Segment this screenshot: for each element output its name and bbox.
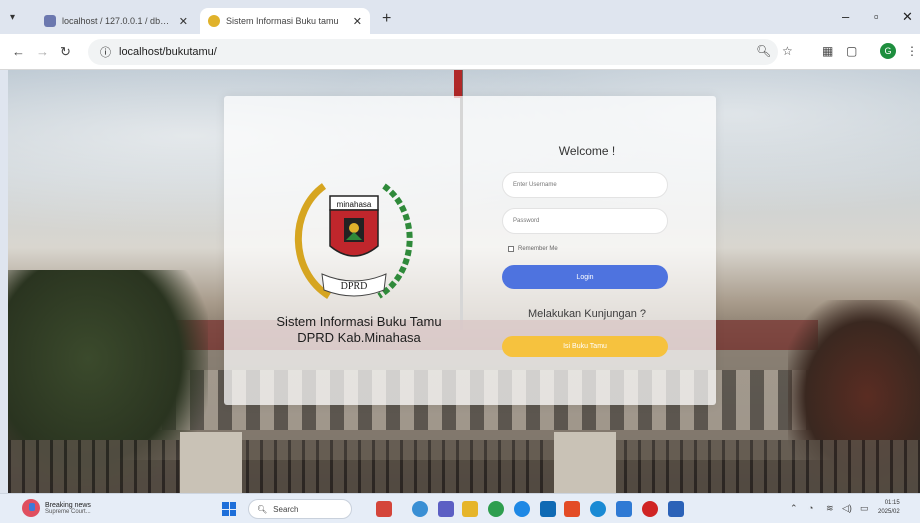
address-bar[interactable]: ⓘ localhost/bukutamu/ (88, 39, 778, 65)
username-input[interactable]: Enter Username (502, 172, 668, 198)
tab-title: Sistem Informasi Buku tamu (226, 16, 339, 26)
news-subtitle: Supreme Court... (45, 508, 91, 515)
teams-icon[interactable] (438, 501, 454, 517)
password-input[interactable]: Password (502, 208, 668, 234)
extension-icon[interactable]: ▦ (822, 44, 833, 58)
minimize-icon[interactable]: – (842, 9, 849, 24)
store-icon[interactable] (540, 501, 556, 517)
page-viewport: minahasa DPRD Sistem Informasi Buku Tamu… (8, 70, 920, 493)
news-icon (22, 499, 40, 517)
org-title: Sistem Informasi Buku Tamu DPRD Kab.Mina… (244, 314, 474, 346)
browser-tab-bar: ▾ localhost / 127.0.0.1 / dbbuku... ✕ Si… (0, 0, 920, 34)
profile-avatar[interactable]: G (880, 43, 896, 59)
background-flag (454, 70, 462, 98)
login-card: minahasa DPRD Sistem Informasi Buku Tamu… (224, 96, 716, 405)
close-tab-icon[interactable]: ✕ (179, 15, 188, 28)
clock-time: 01:15 (884, 500, 900, 506)
tab-title: localhost / 127.0.0.1 / dbbuku... (62, 16, 173, 26)
menu-icon[interactable]: ⋮ (906, 44, 918, 58)
guestbook-button[interactable]: Isi Buku Tamu (502, 336, 668, 357)
tray-chevron-icon[interactable]: ⌃ (790, 503, 798, 514)
xampp-icon[interactable] (564, 501, 580, 517)
wifi-icon[interactable]: ≋ (826, 503, 834, 514)
logo-banner-text: minahasa (337, 200, 372, 209)
windows-start-icon[interactable] (222, 502, 236, 516)
chrome-icon[interactable] (514, 501, 530, 517)
word-icon[interactable] (668, 501, 684, 517)
site-favicon-icon (208, 15, 220, 27)
tab-phpmyadmin[interactable]: localhost / 127.0.0.1 / dbbuku... ✕ (36, 8, 196, 34)
login-button[interactable]: Login (502, 265, 668, 289)
news-widget[interactable]: Breaking news Supreme Court... (22, 499, 91, 517)
clock-date: 2025/02 (878, 509, 900, 515)
back-icon[interactable]: ← (12, 44, 25, 59)
search-label: Search (273, 504, 299, 514)
dprd-logo: minahasa DPRD (284, 166, 424, 316)
close-tab-icon[interactable]: ✕ (353, 15, 362, 28)
tray-app-icon[interactable]: ◔ (808, 503, 813, 513)
browser-toolbar: ← → ↻ ⓘ localhost/bukutamu/ 🔍︎ ☆ ▦ ▢ ⋮ (0, 34, 920, 70)
sidepanel-icon[interactable]: ▢ (846, 44, 857, 58)
visit-question: Melakukan Kunjungan ? (527, 308, 647, 320)
background-fence (8, 440, 920, 493)
taskbar-search[interactable]: 🔍︎ Search (248, 499, 352, 519)
new-tab-icon[interactable]: + (382, 10, 391, 28)
bookmark-star-icon[interactable]: ☆ (782, 44, 793, 58)
phpmyadmin-favicon-icon (44, 15, 56, 27)
system-clock[interactable]: 01:15 2025/02 (878, 499, 900, 517)
search-icon: 🔍︎ (257, 504, 268, 514)
remember-checkbox[interactable] (508, 246, 514, 252)
zoom-icon[interactable]: 🔍︎ (756, 44, 771, 58)
url-text: localhost/bukutamu/ (119, 46, 217, 58)
background-pillar (554, 432, 616, 493)
org-title-line2: DPRD Kab.Minahasa (297, 330, 421, 345)
org-title-line1: Sistem Informasi Buku Tamu (276, 314, 442, 329)
browser-app-icon[interactable] (590, 501, 606, 517)
file-explorer-icon[interactable] (462, 501, 478, 517)
remember-me[interactable]: Remember Me (508, 246, 558, 252)
maximize-icon[interactable]: ▫ (874, 9, 879, 24)
tab-buku-tamu[interactable]: Sistem Informasi Buku tamu ✕ (200, 8, 370, 34)
reload-icon[interactable]: ↻ (60, 44, 71, 60)
forward-icon[interactable]: → (36, 44, 49, 59)
vscode-icon[interactable] (616, 501, 632, 517)
volume-icon[interactable]: ◁) (842, 503, 852, 514)
copilot-icon[interactable] (412, 501, 428, 517)
news-title: Breaking news (45, 501, 91, 509)
welcome-heading: Welcome ! (558, 144, 616, 158)
taskbar: Breaking news Supreme Court... 🔍︎ Search… (0, 493, 920, 523)
widget-app-icon[interactable] (376, 501, 392, 517)
logo-ribbon-text: DPRD (341, 281, 368, 292)
close-window-icon[interactable]: ✕ (902, 9, 913, 25)
login-form: Welcome ! Enter Username Password Rememb… (502, 96, 672, 405)
site-info-icon[interactable]: ⓘ (100, 44, 111, 60)
tab-search-icon[interactable]: ▾ (10, 12, 15, 23)
battery-icon[interactable]: ▭ (860, 503, 869, 514)
edge-icon[interactable] (488, 501, 504, 517)
background-pillar (180, 432, 242, 493)
opera-icon[interactable] (642, 501, 658, 517)
remember-label: Remember Me (518, 246, 558, 252)
